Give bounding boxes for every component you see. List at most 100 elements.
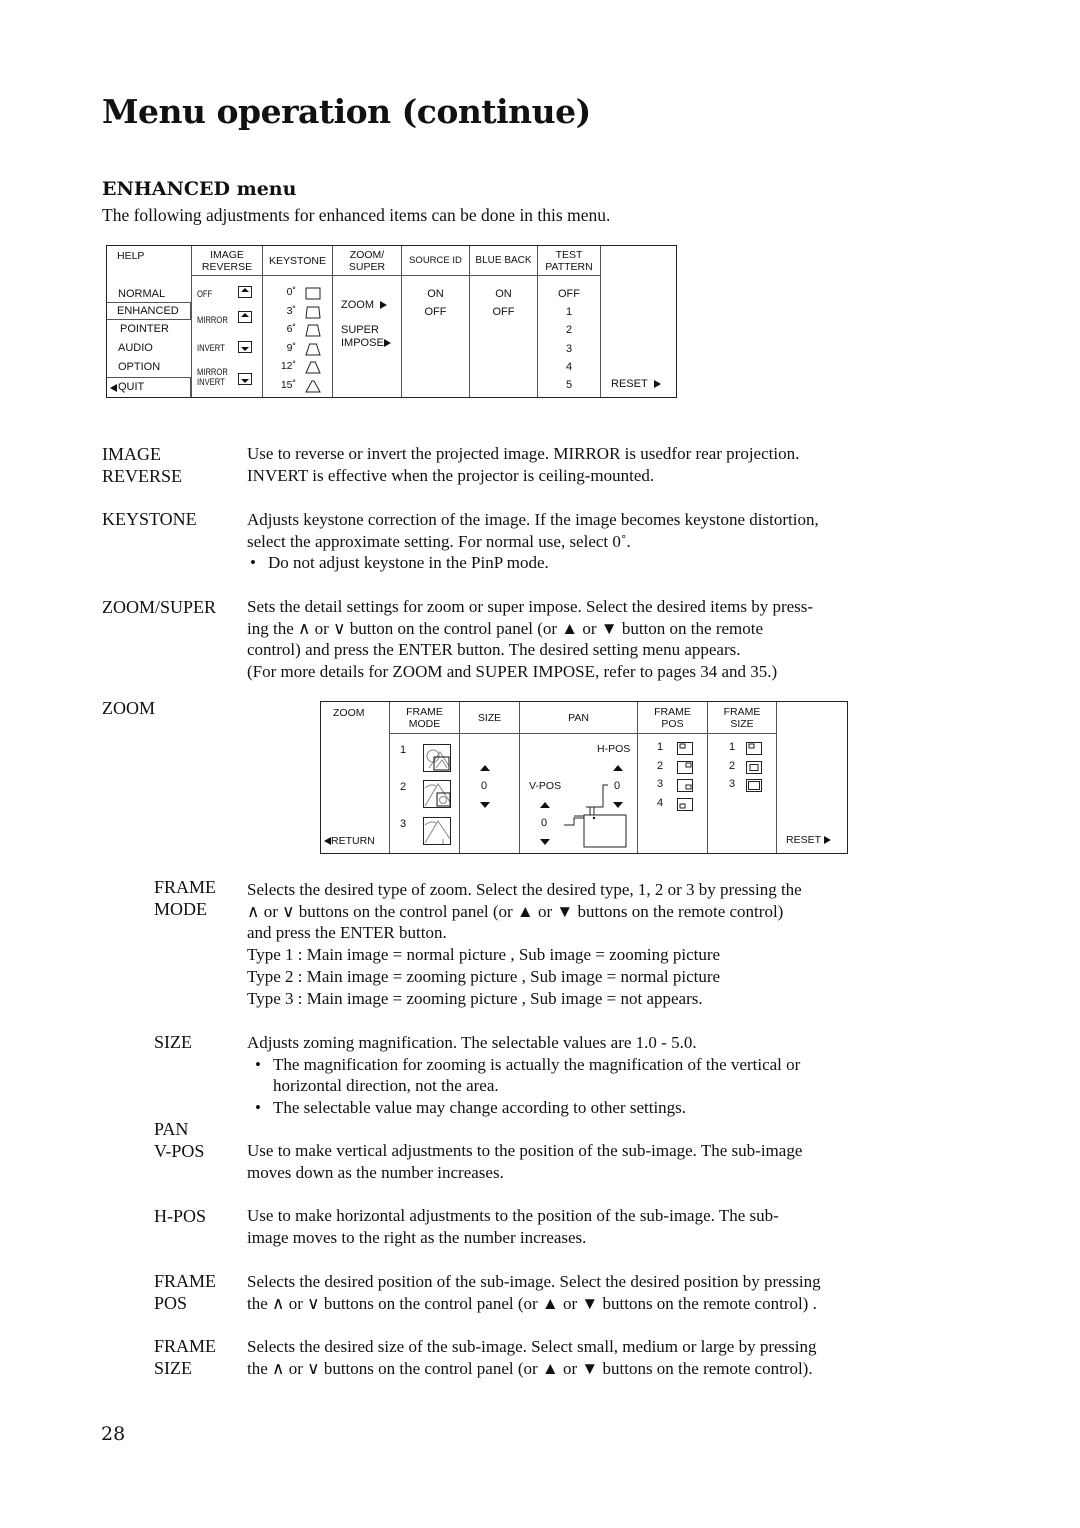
keystone-option[interactable]: 9˚ <box>287 342 296 354</box>
keystone-option[interactable]: 0˚ <box>287 286 296 298</box>
frame-pos-column: FRAME POS 1 2 3 4 <box>638 702 708 853</box>
desc-h-pos: Use to make horizontal adjustments to th… <box>247 1206 779 1247</box>
menu-item-option[interactable]: OPTION <box>118 361 160 373</box>
desc-v-pos: Use to make vertical adjustments to the … <box>247 1141 803 1182</box>
source-id-column: SOURCE ID ON OFF <box>402 246 470 397</box>
v-pos-down-arrow-icon[interactable] <box>540 839 550 845</box>
arrow-down-box-icon <box>238 341 252 353</box>
menu-item-enhanced: ENHANCED <box>117 305 179 317</box>
size-down-arrow-icon[interactable] <box>480 802 490 808</box>
v-pos-up-arrow-icon[interactable] <box>540 802 550 808</box>
menu-item-audio[interactable]: AUDIO <box>118 342 153 354</box>
option-mirror[interactable]: MIRROR <box>197 316 228 326</box>
frame-size-option[interactable]: 3 <box>729 778 735 790</box>
option-blue-back-on[interactable]: ON <box>470 288 537 300</box>
option-invert[interactable]: INVERT <box>197 344 225 354</box>
zoom-menu-diagram: ZOOM RETURN FRAME MODE 1 2 3 SIZE 0 PAN … <box>320 701 848 854</box>
keystone-option[interactable]: 3˚ <box>287 305 296 317</box>
option-super-impose[interactable]: SUPER IMPOSE <box>341 324 391 350</box>
frame-mode-header: FRAME MODE <box>390 702 459 734</box>
test-pattern-option[interactable]: 3 <box>538 343 600 355</box>
label-pan-v-pos: PAN V-POS <box>154 1119 205 1161</box>
image-reverse-column: IMAGE REVERSE OFF MIRROR INVERT MIRROR IN… <box>192 246 263 397</box>
test-pattern-option[interactable]: 2 <box>538 324 600 336</box>
menu-item-normal[interactable]: NORMAL <box>118 288 165 300</box>
zoom-column: ZOOM RETURN <box>321 702 390 853</box>
frame-mode-option-1[interactable]: 1 <box>400 744 406 756</box>
h-pos-label: H-POS <box>597 743 631 755</box>
arrow-down-box-icon <box>238 373 252 385</box>
zoom-reset-button[interactable]: RESET <box>786 834 831 846</box>
frame-size-icon <box>746 760 762 774</box>
blue-back-header: BLUE BACK <box>470 246 537 276</box>
keystone-shape-icon <box>305 287 321 300</box>
left-arrow-icon <box>324 837 331 846</box>
desc-image-reverse: Use to reverse or invert the projected i… <box>247 444 800 485</box>
menu-item-quit-label: QUIT <box>118 381 145 393</box>
option-source-id-on[interactable]: ON <box>402 288 469 300</box>
right-arrow-icon <box>653 380 661 389</box>
test-pattern-column: TEST PATTERN OFF 1 2 3 4 5 <box>538 246 601 397</box>
frame-pos-option[interactable]: 1 <box>657 741 663 753</box>
page-number: 28 <box>101 1423 126 1445</box>
frame-mode-option-3[interactable]: 3 <box>400 818 406 830</box>
enhanced-menu-diagram: HELP NORMAL ENHANCED POINTER AUDIO OPTIO… <box>106 245 677 398</box>
test-pattern-option[interactable]: 1 <box>538 306 600 318</box>
zoom-super-column: ZOOM/SUPER ZOOM SUPER IMPOSE <box>333 246 402 397</box>
frame-pos-option[interactable]: 4 <box>657 797 663 809</box>
keystone-option[interactable]: 6˚ <box>287 323 296 335</box>
frame-size-icon <box>746 742 762 755</box>
desc-size: Adjusts zoming magnification. The select… <box>247 1032 800 1119</box>
keystone-shape-icon <box>305 324 321 337</box>
frame-position-icon <box>677 760 693 774</box>
frame-size-option[interactable]: 2 <box>729 760 735 772</box>
test-pattern-option[interactable]: 5 <box>538 379 600 391</box>
desc-zoom-super: Sets the detail settings for zoom or sup… <box>247 597 814 682</box>
label-frame-size: FRAME SIZE <box>154 1336 217 1378</box>
size-up-arrow-icon[interactable] <box>480 765 490 771</box>
pan-column: PAN H-POS 0 V-POS 0 <box>520 702 638 853</box>
frame-pos-header: FRAME POS <box>638 702 707 734</box>
keystone-header: KEYSTONE <box>263 246 332 276</box>
test-pattern-option[interactable]: OFF <box>538 288 600 300</box>
option-blue-back-off[interactable]: OFF <box>470 306 537 318</box>
label-frame-mode: FRAME MODE <box>154 877 217 919</box>
keystone-shape-icon <box>305 380 321 392</box>
frame-pos-option[interactable]: 2 <box>657 760 663 772</box>
reset-button[interactable]: RESET <box>611 378 661 390</box>
source-id-header: SOURCE ID <box>402 246 469 276</box>
size-value: 0 <box>481 780 488 792</box>
option-zoom[interactable]: ZOOM <box>341 299 388 311</box>
keystone-shape-icon <box>305 361 321 374</box>
frame-size-option[interactable]: 1 <box>729 741 735 753</box>
right-arrow-icon <box>823 836 831 845</box>
zoom-super-header: ZOOM/SUPER <box>333 246 401 276</box>
label-zoom: ZOOM <box>102 698 155 718</box>
keystone-option[interactable]: 12˚ <box>281 360 296 372</box>
left-arrow-icon <box>110 384 117 392</box>
desc-keystone: Adjusts keystone correction of the image… <box>247 509 819 574</box>
frame-mode-type3-icon <box>423 817 451 845</box>
h-pos-up-arrow-icon[interactable] <box>613 765 623 771</box>
label-image-reverse: IMAGE REVERSE <box>102 444 183 486</box>
blue-back-column: BLUE BACK ON OFF <box>470 246 538 397</box>
frame-mode-option-2[interactable]: 2 <box>400 781 406 793</box>
frame-pos-option[interactable]: 3 <box>657 778 663 790</box>
frame-position-icon <box>677 779 693 792</box>
right-arrow-icon <box>383 339 391 348</box>
return-button[interactable]: RETURN <box>324 835 375 847</box>
menu-item-pointer[interactable]: POINTER <box>120 323 169 335</box>
desc-frame-size: Selects the desired size of the sub-imag… <box>247 1337 817 1378</box>
frame-mode-column: FRAME MODE 1 2 3 <box>390 702 460 853</box>
menu-item-enhanced-selected[interactable]: ENHANCED <box>107 302 191 320</box>
test-pattern-option[interactable]: 4 <box>538 361 600 373</box>
frame-position-icon <box>677 797 693 811</box>
option-source-id-off[interactable]: OFF <box>402 306 469 318</box>
frame-size-icon <box>746 779 762 792</box>
option-off[interactable]: OFF <box>197 290 212 300</box>
menu-item-quit[interactable]: QUIT <box>107 377 191 398</box>
option-mirror-invert[interactable]: MIRROR INVERT <box>197 368 228 388</box>
desc-frame-mode: Selects the desired type of zoom. Select… <box>247 880 802 1008</box>
keystone-option[interactable]: 15˚ <box>281 379 296 391</box>
keystone-shape-icon <box>305 306 321 318</box>
